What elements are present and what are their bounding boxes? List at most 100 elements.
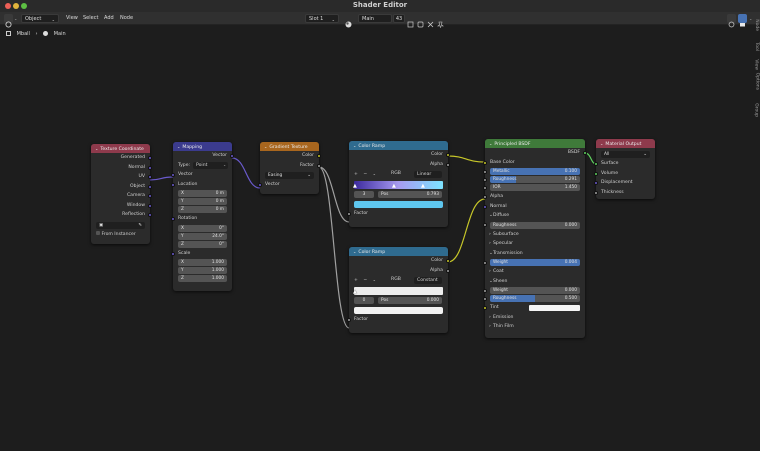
socket[interactable] bbox=[148, 175, 152, 179]
socket[interactable] bbox=[258, 183, 262, 187]
socket[interactable] bbox=[483, 223, 487, 227]
node-color-ramp-1[interactable]: ⌄ Color Ramp Color Alpha + − ⌄ RGB Linear… bbox=[347, 141, 450, 227]
scale-z-field[interactable]: Z 1.000 bbox=[178, 275, 227, 282]
node-canvas[interactable]: ⌄ Texture Coordinate Generated Normal UV … bbox=[0, 25, 750, 451]
menu-node[interactable]: Node bbox=[120, 14, 133, 23]
add-stop-icon[interactable]: + bbox=[354, 172, 358, 177]
sheen-roughness-field[interactable]: Roughness 0.500 bbox=[483, 295, 580, 302]
socket[interactable] bbox=[347, 318, 351, 322]
node-header[interactable]: ⌄ Principled BSDF bbox=[485, 139, 585, 148]
collapse-icon[interactable]: ⌄ bbox=[95, 146, 98, 151]
collapse-icon[interactable]: ⌄ bbox=[600, 141, 603, 146]
add-stop-icon[interactable]: + bbox=[354, 278, 358, 283]
section-specular[interactable]: Specular bbox=[485, 239, 585, 249]
node-material-output[interactable]: ⌄ Material Output All ⌄ Surface Volume Dis… bbox=[594, 139, 655, 199]
render-target-select[interactable]: All ⌄ bbox=[601, 151, 650, 158]
socket[interactable] bbox=[483, 160, 487, 165]
socket[interactable] bbox=[148, 156, 152, 160]
duplicate-material-icon[interactable] bbox=[406, 14, 415, 28]
scale-x-field[interactable]: X 1.000 bbox=[178, 259, 227, 266]
color-ramp-gradient[interactable]: ▲ bbox=[353, 287, 443, 295]
stop-index-field[interactable]: 3 bbox=[354, 191, 374, 198]
node-header[interactable]: ⌄ Texture Coordinate bbox=[91, 144, 150, 153]
socket[interactable] bbox=[594, 181, 598, 185]
rotation-x-field[interactable]: X 0° bbox=[178, 224, 227, 232]
tint-color-swatch[interactable] bbox=[529, 304, 580, 311]
socket[interactable] bbox=[446, 153, 450, 157]
node-header[interactable]: ⌄ Material Output bbox=[596, 139, 655, 148]
node-header[interactable]: ⌄ Color Ramp bbox=[349, 141, 448, 150]
remove-stop-icon[interactable]: − bbox=[363, 278, 367, 283]
socket[interactable] bbox=[446, 162, 450, 167]
socket[interactable] bbox=[317, 163, 321, 168]
ramp-stop-marker[interactable]: ▲ bbox=[392, 183, 396, 189]
section-emission[interactable]: Emission bbox=[485, 313, 585, 323]
socket[interactable] bbox=[317, 154, 321, 158]
socket[interactable] bbox=[594, 171, 598, 176]
section-subsurface[interactable]: Subsurface bbox=[485, 230, 585, 240]
stop-index-field[interactable]: 0 bbox=[354, 297, 374, 304]
socket[interactable] bbox=[483, 296, 487, 301]
location-y-field[interactable]: Y0 m bbox=[178, 198, 227, 205]
socket[interactable] bbox=[446, 268, 450, 273]
gradient-type-select[interactable]: Easing ⌄ bbox=[265, 172, 314, 179]
rotation-y-field[interactable]: Y 24.0° bbox=[178, 232, 227, 240]
socket[interactable] bbox=[483, 204, 487, 209]
roughness-field[interactable]: Roughness 0.291 bbox=[483, 176, 580, 183]
ramp-stop-marker[interactable]: ▲ bbox=[421, 183, 425, 189]
sidebar-tab-node[interactable]: Node bbox=[754, 19, 759, 31]
socket[interactable] bbox=[483, 288, 487, 293]
object-picker-field[interactable]: ▣ ✎ bbox=[96, 221, 145, 229]
sidebar-tab-options[interactable]: Options bbox=[754, 73, 759, 90]
material-browse-icon[interactable] bbox=[344, 14, 353, 28]
menu-select[interactable]: Select bbox=[83, 14, 98, 23]
sheen-weight-field[interactable]: Weight 0.000 bbox=[483, 287, 580, 294]
socket[interactable] bbox=[171, 182, 175, 187]
ramp-stop-marker[interactable]: ▲ bbox=[353, 289, 357, 295]
stop-position-field[interactable]: Pos 0.793 bbox=[378, 191, 442, 198]
section-coat[interactable]: Coat bbox=[485, 267, 585, 277]
socket[interactable] bbox=[148, 165, 152, 170]
interpolation-select[interactable]: Linear bbox=[414, 171, 442, 178]
collapse-icon[interactable]: ⌄ bbox=[353, 249, 356, 254]
transmission-weight-field[interactable]: Weight 0.004 bbox=[483, 259, 580, 266]
socket[interactable] bbox=[171, 217, 175, 221]
socket[interactable] bbox=[483, 260, 487, 265]
unlink-material-icon[interactable] bbox=[426, 14, 435, 28]
fake-user-icon[interactable] bbox=[416, 14, 425, 28]
slot-select[interactable]: Slot 1 ⌄ bbox=[305, 14, 339, 23]
collapse-icon[interactable]: ⌄ bbox=[177, 144, 180, 149]
node-mapping[interactable]: ⌄ Mapping Vector Type: Point ⌄ Vector Loca… bbox=[171, 142, 234, 291]
socket[interactable] bbox=[347, 212, 351, 216]
stop-position-field[interactable]: Pos 0.000 bbox=[378, 297, 442, 304]
rotation-z-field[interactable]: Z 0° bbox=[178, 240, 227, 248]
socket[interactable] bbox=[594, 190, 598, 195]
section-diffuse[interactable]: Diffuse bbox=[485, 211, 585, 221]
editor-type-icon[interactable] bbox=[4, 14, 13, 28]
socket[interactable] bbox=[583, 151, 587, 155]
node-color-ramp-2[interactable]: ⌄ Color Ramp Color Alpha + − ⌄ RGB Consta… bbox=[347, 247, 450, 333]
scale-y-field[interactable]: Y 1.000 bbox=[178, 267, 227, 274]
socket[interactable] bbox=[483, 177, 487, 182]
socket[interactable] bbox=[148, 213, 152, 217]
object-mode-select[interactable]: Object ⌄ bbox=[21, 14, 59, 23]
ramp-menu-chevron-icon[interactable]: ⌄ bbox=[373, 277, 376, 282]
socket[interactable] bbox=[594, 162, 598, 166]
section-transmission[interactable]: Transmission bbox=[485, 249, 585, 259]
node-texture-coordinate[interactable]: ⌄ Texture Coordinate Generated Normal UV … bbox=[91, 144, 152, 244]
menu-add[interactable]: Add bbox=[104, 14, 114, 23]
pin-icon[interactable] bbox=[436, 14, 445, 28]
node-header[interactable]: ⌄ Gradient Texture bbox=[260, 142, 319, 151]
collapse-icon[interactable]: ⌄ bbox=[353, 143, 356, 148]
color-mode-select[interactable]: RGB bbox=[391, 275, 401, 285]
section-thin-film[interactable]: Thin Film bbox=[485, 322, 585, 332]
socket[interactable] bbox=[483, 185, 487, 190]
socket[interactable] bbox=[483, 306, 487, 310]
socket[interactable] bbox=[483, 195, 487, 199]
user-count[interactable]: 43 bbox=[393, 14, 405, 23]
socket[interactable] bbox=[171, 251, 175, 256]
node-gradient-texture[interactable]: ⌄ Gradient Texture Color Factor Easing ⌄ V… bbox=[258, 142, 321, 194]
remove-stop-icon[interactable]: − bbox=[363, 172, 367, 177]
material-name-field[interactable]: Main bbox=[358, 14, 392, 23]
socket[interactable] bbox=[483, 169, 487, 174]
